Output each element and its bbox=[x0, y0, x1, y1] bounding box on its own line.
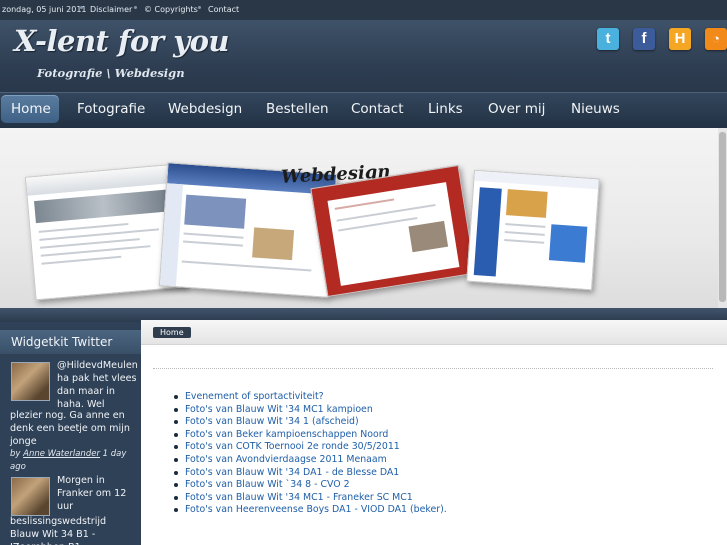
current-date: zondag, 05 juni 2011 bbox=[2, 5, 87, 14]
twitter-widget: Widgetkit Twitter @HildevdMeulen ha pak … bbox=[0, 322, 141, 545]
separator-dot bbox=[198, 6, 201, 9]
scrollbar-thumb[interactable] bbox=[719, 132, 726, 302]
facebook-icon[interactable]: f bbox=[633, 28, 655, 50]
main-content: Home Evenement of sportactiviteit? Foto'… bbox=[141, 320, 727, 545]
list-item[interactable]: Foto's van COTK Toernooi 2e ronde 30/5/2… bbox=[161, 441, 447, 454]
list-item[interactable]: Evenement of sportactiviteit? bbox=[161, 391, 447, 404]
breadcrumb-bar: Home bbox=[141, 320, 727, 345]
nav-item-fotografie[interactable]: Fotografie bbox=[67, 95, 155, 123]
tweet-meta: by Anne Waterlander 1 day ago bbox=[10, 448, 138, 474]
banner-slideshow[interactable]: Webdesign bbox=[0, 128, 718, 314]
separator-dot bbox=[80, 6, 83, 9]
list-item[interactable]: Foto's van Blauw Wit '34 MC1 - Franeker … bbox=[161, 492, 447, 505]
nav-item-nieuws[interactable]: Nieuws bbox=[561, 95, 630, 123]
nav-item-contact[interactable]: Contact bbox=[341, 95, 414, 123]
nav-item-links[interactable]: Links bbox=[418, 95, 473, 123]
nav-item-webdesign[interactable]: Webdesign bbox=[158, 95, 252, 123]
twitter-icon[interactable]: t bbox=[597, 28, 619, 50]
separator-dot bbox=[134, 6, 137, 9]
list-item[interactable]: Foto's van Blauw Wit `34 8 - CVO 2 bbox=[161, 479, 447, 492]
disclaimer-link[interactable]: Disclaimer bbox=[90, 5, 132, 14]
contact-link[interactable]: Contact bbox=[208, 5, 239, 14]
tweet-text: plezier nog. Ga anne en denk een beetje … bbox=[10, 410, 130, 447]
website-screenshot bbox=[310, 164, 476, 298]
list-item[interactable]: Foto's van Blauw Wit '34 MC1 kampioen bbox=[161, 404, 447, 417]
tweet-text: Morgen in Franker om 12 uur bbox=[57, 475, 127, 512]
copyrights-link[interactable]: © Copyrights bbox=[144, 5, 198, 14]
list-item[interactable]: Foto's van Avondvierdaagse 2011 Menaam bbox=[161, 454, 447, 467]
breadcrumb[interactable]: Home bbox=[153, 327, 191, 338]
news-link-list: Evenement of sportactiviteit? Foto's van… bbox=[161, 391, 447, 517]
nav-item-home[interactable]: Home bbox=[1, 95, 59, 123]
nav-item-over-mij[interactable]: Over mij bbox=[478, 95, 555, 123]
site-logo-subtitle: Fotografie \ Webdesign bbox=[37, 66, 185, 80]
nav-item-bestellen[interactable]: Bestellen bbox=[256, 95, 339, 123]
widget-title: Widgetkit Twitter bbox=[0, 330, 141, 354]
list-item[interactable]: Foto's van Heerenveense Boys DA1 - VIOD … bbox=[161, 504, 447, 517]
avatar[interactable] bbox=[11, 477, 50, 516]
dotted-divider bbox=[153, 368, 713, 369]
tweet-text: beslissingswedstrijd Blauw Wit 34 B1 - I… bbox=[10, 516, 107, 545]
tweet-text: @HildevdMeulen ha pak het vlees dan maar… bbox=[57, 360, 138, 410]
banner-scrollbar[interactable] bbox=[718, 128, 727, 314]
hyves-icon[interactable]: H bbox=[669, 28, 691, 50]
list-item[interactable]: Foto's van Beker kampioenschappen Noord bbox=[161, 429, 447, 442]
list-item[interactable]: Foto's van Blauw Wit '34 DA1 - de Blesse… bbox=[161, 467, 447, 480]
tweet-author-link[interactable]: Anne Waterlander bbox=[23, 449, 100, 459]
site-logo-title[interactable]: X-lent for you bbox=[14, 24, 230, 58]
website-screenshot bbox=[466, 169, 600, 291]
tweet-by-label: by bbox=[10, 449, 21, 459]
site-header: X-lent for you Fotografie \ Webdesign t … bbox=[0, 20, 727, 92]
list-item[interactable]: Foto's van Blauw Wit '34 1 (afscheid) bbox=[161, 416, 447, 429]
rss-icon[interactable]: ◔ bbox=[705, 28, 727, 50]
avatar[interactable] bbox=[11, 362, 50, 401]
main-navigation: Home Fotografie Webdesign Bestellen Cont… bbox=[0, 92, 727, 129]
top-bar: zondag, 05 juni 2011 Disclaimer © Copyri… bbox=[0, 0, 727, 20]
